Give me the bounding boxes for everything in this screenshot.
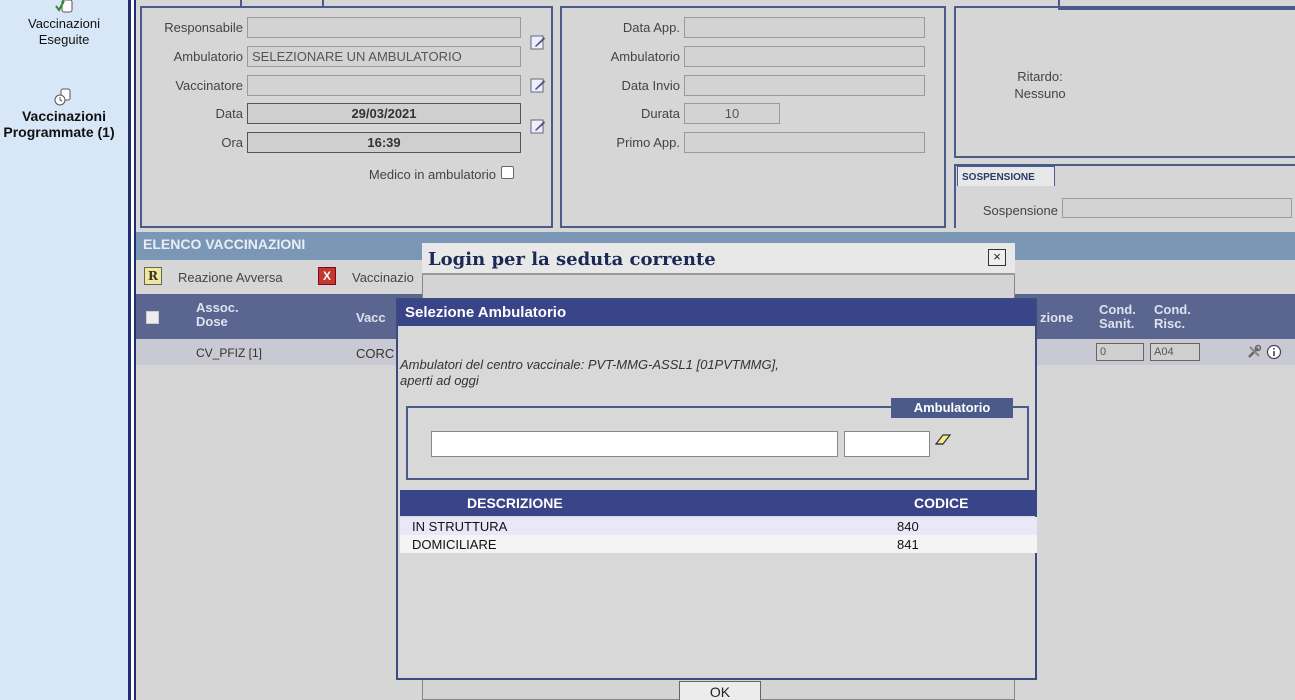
description-line: aperti ad oggi: [400, 373, 479, 388]
column-header-cond-risc[interactable]: Cond. Risc.: [1154, 303, 1191, 331]
column-header-text: Assoc.: [196, 300, 239, 315]
vaccinatore-label: Vaccinatore: [175, 78, 243, 93]
login-dialog-divider: [422, 273, 1015, 275]
data-app-field[interactable]: [684, 17, 925, 38]
column-header-zione[interactable]: zione: [1040, 311, 1073, 325]
ritardo-label: Ritardo:: [1017, 69, 1063, 84]
sidebar-divider: [128, 0, 131, 700]
list-item[interactable]: IN STRUTTURA 840: [400, 517, 1037, 535]
list-item-descrizione: IN STRUTTURA: [412, 519, 508, 534]
info-icon[interactable]: [1266, 344, 1282, 360]
primo-app-field[interactable]: [684, 132, 925, 153]
tools-icon[interactable]: [1246, 344, 1262, 360]
column-header-text: Cond.: [1154, 302, 1191, 317]
ok-button[interactable]: OK: [679, 681, 761, 700]
tab-sospensione[interactable]: SOSPENSIONE: [957, 166, 1055, 186]
ora-label: Ora: [221, 135, 243, 150]
cell-assoc: CV_PFIZ [1]: [196, 346, 263, 360]
column-header-text: Dose: [196, 314, 228, 329]
login-dialog-title: Login per la seduta corrente: [428, 249, 716, 270]
list-item[interactable]: DOMICILIARE 841: [400, 535, 1037, 553]
column-header-text: Sanit.: [1099, 316, 1135, 331]
ambulatorio-field[interactable]: SELEZIONARE UN AMBULATORIO: [247, 46, 521, 67]
primo-app-label: Primo App.: [616, 135, 680, 150]
data-field[interactable]: 29/03/2021: [247, 103, 521, 124]
responsabile-field[interactable]: [247, 17, 521, 38]
close-icon[interactable]: ×: [988, 249, 1006, 266]
sospensione-label: Sospensione: [982, 203, 1058, 218]
ambulatorio-legend: Ambulatorio: [891, 398, 1013, 418]
column-header-text: Risc.: [1154, 316, 1186, 331]
list-item-codice: 841: [897, 537, 919, 552]
edit-icon[interactable]: [530, 77, 546, 93]
list-item-codice: 840: [897, 519, 919, 534]
sidebar-item-vaccinazioni-programmate[interactable]: Vaccinazioni Programmate (1): [0, 88, 128, 140]
cell-vacc: CORC: [356, 346, 395, 361]
vial-clock-icon: [54, 88, 71, 106]
responsabile-label: Responsabile: [164, 20, 243, 35]
reazione-badge-icon[interactable]: R: [144, 267, 162, 285]
durata-label: Durata: [640, 106, 680, 121]
sidebar-item-label: Vaccinazioni: [21, 108, 107, 124]
sidebar-item-label: Programmate (1): [3, 124, 115, 140]
data-label: Data: [215, 106, 243, 121]
column-header-descrizione[interactable]: DESCRIZIONE: [467, 495, 563, 511]
vial-check-icon: [55, 0, 73, 13]
column-header-text: Cond.: [1099, 302, 1136, 317]
ambulatorio-descrizione-input[interactable]: [431, 431, 838, 457]
vaccinatore-field[interactable]: [247, 75, 521, 96]
delete-badge-icon[interactable]: X: [318, 267, 336, 285]
ritardo-block: Ritardo: Nessuno: [960, 68, 1120, 102]
ora-field[interactable]: 16:39: [247, 132, 521, 153]
edit-icon[interactable]: [530, 34, 546, 50]
column-header-codice[interactable]: CODICE: [914, 495, 968, 511]
ritardo-value: Nessuno: [1014, 86, 1066, 101]
selezione-dialog-description: Ambulatori del centro vaccinale: PVT-MMG…: [400, 357, 920, 389]
sospensione-field[interactable]: [1062, 198, 1292, 218]
durata-field[interactable]: 10: [684, 103, 780, 124]
sidebar-item-label: Vaccinazioni: [27, 16, 101, 31]
ambulatorio-app-label: Ambulatorio: [610, 49, 680, 64]
selezione-dialog-title: Selezione Ambulatorio: [405, 304, 567, 321]
eraser-icon[interactable]: [932, 431, 954, 449]
elenco-title: ELENCO VACCINAZIONI: [143, 236, 306, 252]
ambulatorio-label: Ambulatorio: [173, 49, 243, 64]
cond-sanit-field[interactable]: 0: [1096, 343, 1144, 361]
data-invio-field[interactable]: [684, 75, 925, 96]
data-app-label: Data App.: [622, 20, 680, 35]
cond-risc-field[interactable]: A04: [1150, 343, 1200, 361]
select-all-checkbox[interactable]: [146, 311, 159, 324]
selezione-ambulatorio-dialog: [396, 298, 1037, 680]
description-line: Ambulatori del centro vaccinale: PVT-MMG…: [400, 357, 779, 372]
sidebar: Vaccinazioni Eseguite Vaccinazioni Progr…: [0, 0, 128, 700]
medico-label: Medico in ambulatorio: [368, 167, 496, 182]
panel-tab-stub: [1058, 0, 1295, 10]
list-item-descrizione: DOMICILIARE: [412, 537, 497, 552]
panel-tab-stub: [240, 0, 324, 8]
reazione-avversa-button[interactable]: Reazione Avversa: [178, 270, 283, 285]
medico-checkbox[interactable]: [501, 166, 514, 179]
column-header-vacc[interactable]: Vacc: [356, 311, 386, 325]
ambulatorio-codice-input[interactable]: [844, 431, 930, 457]
data-invio-label: Data Invio: [621, 78, 680, 93]
column-header-assoc[interactable]: Assoc. Dose: [196, 301, 239, 329]
sidebar-item-vaccinazioni-eseguite[interactable]: Vaccinazioni Eseguite: [0, 0, 128, 48]
column-header-cond-sanit[interactable]: Cond. Sanit.: [1099, 303, 1136, 331]
vaccinazione-button[interactable]: Vaccinazio: [352, 270, 414, 285]
sidebar-item-label: Eseguite: [38, 32, 90, 47]
edit-icon[interactable]: [530, 118, 546, 134]
ambulatorio-app-field[interactable]: [684, 46, 925, 67]
